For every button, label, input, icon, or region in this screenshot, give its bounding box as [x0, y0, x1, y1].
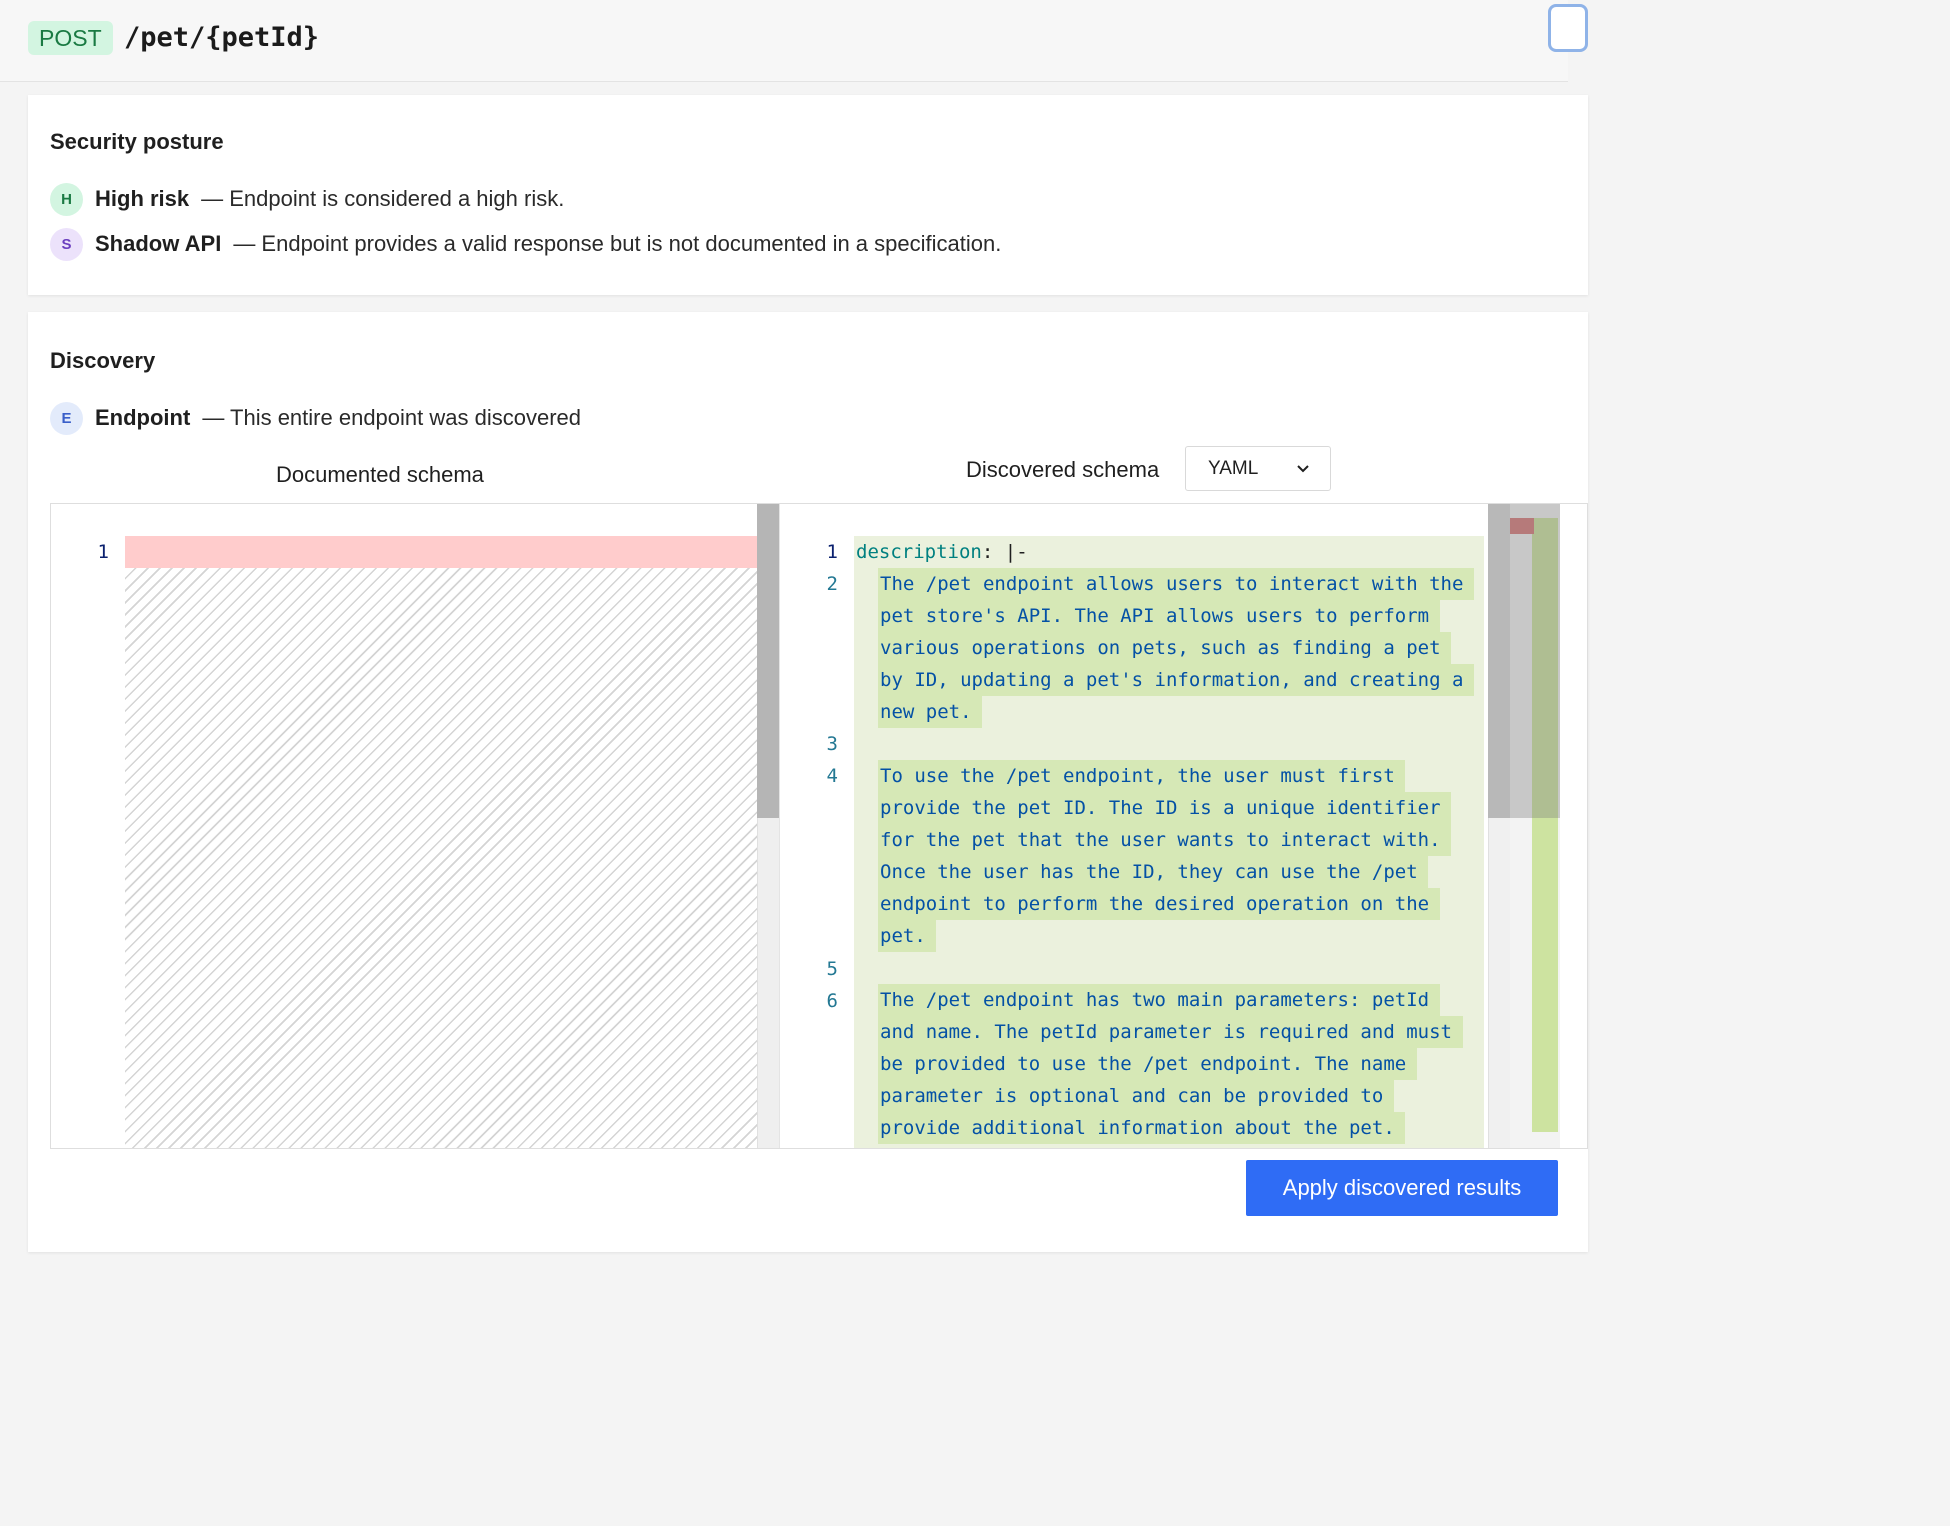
- security-posture-title: Security posture: [50, 129, 224, 155]
- ruler-viewport-indicator[interactable]: [1510, 504, 1560, 818]
- high-risk-badge: H: [50, 183, 83, 216]
- line-number: 3: [798, 733, 838, 755]
- code-line: and name. The petId parameter is require…: [880, 1016, 1452, 1048]
- tag-name: High risk: [95, 186, 189, 212]
- apply-discovered-results-button[interactable]: Apply discovered results: [1246, 1160, 1558, 1216]
- code-line: description: |-: [856, 536, 1028, 568]
- method-badge: POST: [28, 21, 113, 55]
- line-number: 4: [798, 765, 838, 787]
- endpoint-path: /pet/{petId}: [124, 18, 319, 58]
- documented-schema-pane: 1: [51, 504, 779, 1149]
- code-line: pet store's API. The API allows users to…: [880, 600, 1429, 632]
- code-line: Once the user has the ID, they can use t…: [880, 856, 1418, 888]
- code-line: for the pet that the user wants to inter…: [880, 824, 1441, 856]
- line-number: 1: [69, 541, 109, 563]
- code-line: provide additional information about the…: [880, 1112, 1395, 1144]
- security-posture-card: Security posture H High risk — Endpoint …: [28, 95, 1588, 295]
- endpoint-header: POST /pet/{petId}: [0, 0, 1568, 82]
- code-line: The /pet endpoint has two main parameter…: [880, 984, 1429, 1016]
- yaml-block-indicator: |-: [1005, 541, 1028, 563]
- discovered-schema-pane: 1 2 3 4 5 6 description: |- The /pet end…: [779, 504, 1588, 1149]
- header-action-button[interactable]: [1548, 4, 1588, 52]
- discovery-card: Discovery E Endpoint — This entire endpo…: [28, 312, 1588, 1252]
- tag-name: Endpoint: [95, 405, 190, 431]
- code-line: new pet.: [880, 696, 972, 728]
- left-scrollbar-thumb[interactable]: [757, 504, 779, 818]
- code-line: be provided to use the /pet endpoint. Th…: [880, 1048, 1406, 1080]
- shadow-api-badge: S: [50, 228, 83, 261]
- chevron-down-icon: [1296, 462, 1310, 476]
- code-line: parameter is optional and can be provide…: [880, 1080, 1383, 1112]
- right-scrollbar-thumb[interactable]: [1488, 504, 1510, 818]
- code-line: provide the pet ID. The ID is a unique i…: [880, 792, 1441, 824]
- code-line: various operations on pets, such as find…: [880, 632, 1441, 664]
- code-line: To use the /pet endpoint, the user must …: [880, 760, 1395, 792]
- code-line: by ID, updating a pet's information, and…: [880, 664, 1463, 696]
- tag-description: — Endpoint provides a valid response but…: [233, 231, 1001, 257]
- empty-diff-region: [125, 568, 779, 1149]
- line-number: 1: [798, 541, 838, 563]
- yaml-key: description: [856, 541, 982, 563]
- line-number: 2: [798, 573, 838, 595]
- discovery-tag-endpoint: E Endpoint — This entire endpoint was di…: [50, 401, 581, 435]
- schema-diff-editor: 1 1 2 3 4 5 6 description: |- The /pet e…: [50, 503, 1588, 1149]
- line-number: 6: [798, 990, 838, 1012]
- tag-description: — This entire endpoint was discovered: [202, 405, 581, 431]
- documented-schema-label: Documented schema: [276, 462, 484, 488]
- format-select[interactable]: YAML: [1185, 446, 1331, 491]
- format-select-value: YAML: [1208, 458, 1258, 480]
- tag-description: — Endpoint is considered a high risk.: [201, 186, 564, 212]
- tag-name: Shadow API: [95, 231, 221, 257]
- removed-line-highlight: [125, 536, 779, 568]
- code-line: endpoint to perform the desired operatio…: [880, 888, 1429, 920]
- endpoint-badge: E: [50, 402, 83, 435]
- risk-tag-high: H High risk — Endpoint is considered a h…: [50, 182, 564, 216]
- yaml-colon: :: [982, 541, 993, 563]
- discovery-title: Discovery: [50, 348, 155, 374]
- code-line: pet.: [880, 920, 926, 952]
- line-number: 5: [798, 958, 838, 980]
- risk-tag-shadow: S Shadow API — Endpoint provides a valid…: [50, 227, 1001, 261]
- discovered-schema-label: Discovered schema: [966, 457, 1159, 483]
- code-line: The /pet endpoint allows users to intera…: [880, 568, 1463, 600]
